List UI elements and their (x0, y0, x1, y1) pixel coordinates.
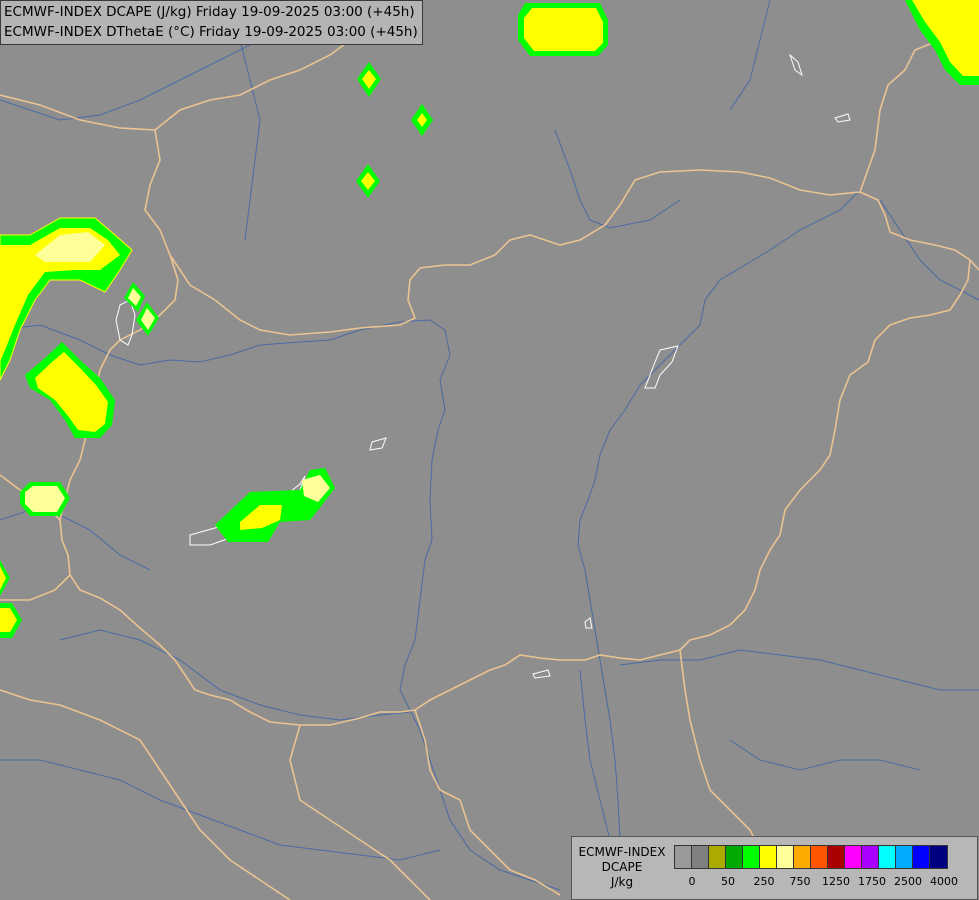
legend-swatch (879, 846, 896, 868)
dcape-field-top-inner (524, 8, 603, 51)
legend-swatch (896, 846, 913, 868)
map-title-box: ECMWF-INDEX DCAPE (J/kg) Friday 19-09-20… (0, 0, 423, 45)
legend-swatch (726, 846, 743, 868)
weather-map (0, 0, 979, 900)
legend-swatch (930, 846, 947, 868)
legend-tick-label: 4000 (930, 875, 958, 888)
legend-swatch (743, 846, 760, 868)
legend-swatch (709, 846, 726, 868)
dcape-field-croatia-inner (25, 486, 65, 512)
legend-tick-label: 0 (688, 875, 696, 888)
color-legend: ECMWF-INDEX DCAPE J/kg 0 50 250 750 1250 1750… (571, 836, 978, 900)
legend-ticks: 0 50 250 750 1250 1750 2500 4000 (674, 875, 974, 889)
legend-swatch (811, 846, 828, 868)
legend-title: ECMWF-INDEX DCAPE J/kg (572, 845, 672, 890)
legend-swatches (674, 845, 948, 869)
legend-tick-label: 2500 (894, 875, 922, 888)
legend-tick-label: 1750 (858, 875, 886, 888)
legend-tick-label: 750 (789, 875, 811, 888)
legend-title-parameter: DCAPE (601, 860, 643, 874)
legend-swatch (862, 846, 879, 868)
legend-swatch (794, 846, 811, 868)
legend-tick-label: 1250 (822, 875, 850, 888)
legend-swatch (828, 846, 845, 868)
legend-swatch (913, 846, 930, 868)
legend-swatch (777, 846, 794, 868)
map-background (0, 0, 979, 900)
title-line-dthetae: ECMWF-INDEX DThetaE (°C) Friday 19-09-20… (4, 24, 418, 40)
legend-swatch (845, 846, 862, 868)
legend-unit: J/kg (610, 875, 634, 889)
legend-swatch (760, 846, 777, 868)
legend-tick-label: 250 (753, 875, 775, 888)
title-line-dcape: ECMWF-INDEX DCAPE (J/kg) Friday 19-09-20… (4, 4, 415, 20)
legend-swatch (692, 846, 709, 868)
legend-tick-label: 50 (721, 875, 735, 888)
legend-title-model: ECMWF-INDEX (578, 845, 666, 859)
legend-swatch (675, 846, 692, 868)
